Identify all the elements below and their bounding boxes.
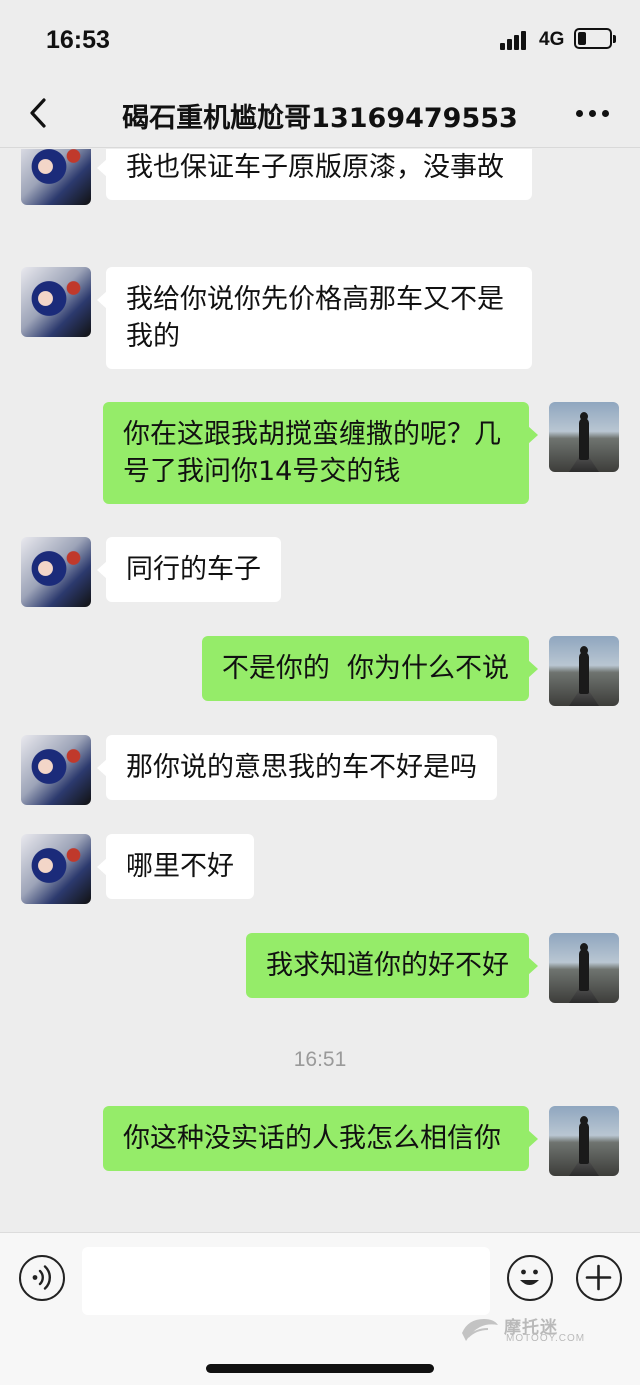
message-bubble-self[interactable]: 不是你的 你为什么不说: [201, 636, 539, 701]
chat-input-bar: 摩托迷 MOTOOY.COM: [0, 1232, 640, 1385]
my-avatar[interactable]: [549, 933, 619, 1003]
message-timestamp: 16:51: [293, 1048, 347, 1071]
voice-icon[interactable]: [19, 1255, 65, 1301]
status-bar: 16:53 4G: [0, 0, 640, 78]
message-bubble-other[interactable]: 那你说的意思我的车不好是吗: [97, 735, 497, 800]
battery-icon: [574, 28, 616, 49]
message-bubble-other[interactable]: 我给你说你先价格高那车又不是我的: [97, 267, 532, 369]
status-time: 16:53: [46, 26, 110, 54]
contact-avatar[interactable]: [21, 267, 91, 337]
chat-header: 碣石重机尴尬哥13169479553: [0, 78, 640, 148]
emoji-icon[interactable]: [507, 1255, 553, 1301]
contact-avatar[interactable]: [21, 537, 91, 607]
my-avatar[interactable]: [549, 636, 619, 706]
watermark-subtitle: MOTOOY.COM: [506, 1333, 586, 1344]
message-input[interactable]: [82, 1247, 490, 1315]
my-avatar[interactable]: [549, 1106, 619, 1176]
plus-icon[interactable]: [576, 1255, 622, 1301]
message-bubble-other[interactable]: 哪里不好: [97, 834, 254, 899]
contact-avatar[interactable]: [21, 834, 91, 904]
message-bubble-self[interactable]: 你在这跟我胡搅蛮缠撒的呢？几号了我问你14号交的钱: [103, 402, 538, 504]
message-bubble-other[interactable]: 同行的车子: [97, 537, 281, 602]
my-avatar[interactable]: [549, 402, 619, 472]
chat-message-list[interactable]: 我也保证车子原版原漆，没事故 我给你说你先价格高那车又不是我的 你在这跟我胡搅蛮…: [0, 149, 640, 1232]
ellipsis-icon[interactable]: [574, 110, 610, 118]
network-label: 4G: [539, 29, 565, 50]
chat-title: 碣石重机尴尬哥13169479553: [122, 103, 518, 134]
contact-avatar[interactable]: [21, 149, 91, 205]
message-bubble-self[interactable]: 你这种没实话的人我怎么相信你: [103, 1106, 538, 1171]
signal-icon: [500, 30, 530, 50]
contact-avatar[interactable]: [21, 735, 91, 805]
message-bubble-self[interactable]: 我求知道你的好不好: [246, 933, 538, 998]
watermark-logo: 摩托迷 MOTOOY.COM: [458, 1313, 598, 1347]
home-indicator[interactable]: [206, 1364, 434, 1373]
message-bubble-other[interactable]: 我也保证车子原版原漆，没事故: [97, 149, 532, 200]
